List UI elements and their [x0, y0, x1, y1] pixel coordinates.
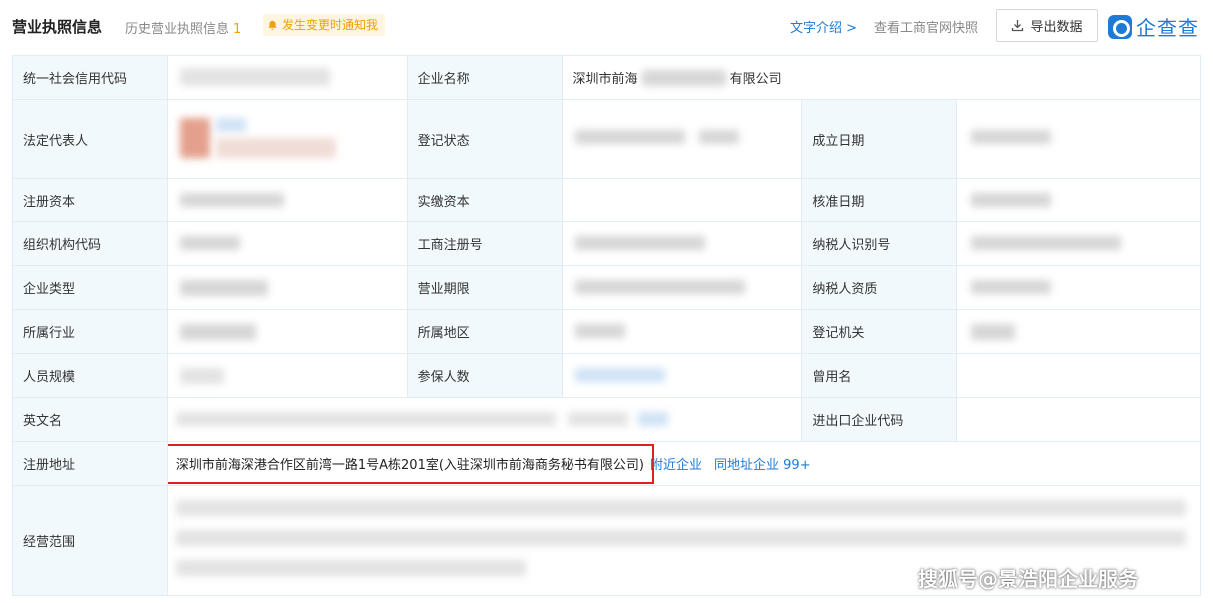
label-industry: 所属行业 — [13, 310, 168, 353]
label-taxpayer-qual: 纳税人资质 — [802, 266, 958, 309]
history-license-link[interactable]: 历史营业执照信息 1 — [125, 18, 241, 37]
label-approval-date: 核准日期 — [802, 179, 958, 221]
label-company-type: 企业类型 — [13, 266, 168, 309]
text-intro-link[interactable]: 文字介绍 > — [790, 17, 857, 36]
value-former-name — [957, 354, 1202, 397]
company-name-suffix: 有限公司 — [729, 72, 782, 87]
label-biz-reg-no: 工商注册号 — [407, 222, 563, 265]
table-row: 人员规模 参保人数 曾用名 — [13, 354, 1202, 398]
section-header: 营业执照信息 历史营业执照信息 1 发生变更时通知我 文字介绍 > 查看工商官网快… — [0, 0, 1213, 52]
bell-icon — [268, 20, 277, 30]
label-reg-authority: 登记机关 — [802, 310, 958, 353]
value-biz-reg-no — [562, 222, 803, 265]
value-org-code — [167, 222, 408, 265]
table-row: 组织机构代码 工商注册号 纳税人识别号 — [13, 222, 1202, 266]
section-title: 营业执照信息 — [12, 18, 103, 36]
value-english-name — [167, 398, 803, 441]
table-row: 所属行业 所属地区 登记机关 — [13, 310, 1202, 354]
value-founded — [957, 100, 1202, 178]
value-credit-code — [167, 56, 408, 99]
table-row: 注册地址 深圳市前海深港合作区前湾一路1号A栋201室(入驻深圳市前海商务秘书有… — [13, 442, 1201, 486]
label-taxpayer-id: 纳税人识别号 — [802, 222, 958, 265]
value-insured — [562, 354, 803, 397]
value-reg-address: 深圳市前海深港合作区前湾一路1号A栋201室(入驻深圳市前海商务秘书有限公司) … — [167, 442, 1201, 485]
label-credit-code: 统一社会信用代码 — [13, 56, 168, 99]
export-data-button[interactable]: 导出数据 — [996, 9, 1098, 42]
label-biz-term: 营业期限 — [407, 266, 563, 309]
label-insured: 参保人数 — [407, 354, 563, 397]
value-import-export — [957, 398, 1201, 441]
qichacha-logo-icon — [1108, 14, 1132, 39]
value-approval-date — [957, 179, 1202, 221]
label-org-code: 组织机构代码 — [13, 222, 168, 265]
history-license-label: 历史营业执照信息 — [125, 22, 230, 37]
label-import-export: 进出口企业代码 — [802, 398, 958, 441]
table-row: 统一社会信用代码 企业名称 深圳市前海 有限公司 — [13, 56, 1201, 100]
label-english-name: 英文名 — [13, 398, 168, 441]
value-biz-term — [562, 266, 803, 309]
table-row: 英文名 进出口企业代码 — [13, 398, 1201, 442]
value-reg-capital — [167, 179, 408, 221]
value-paid-capital — [562, 179, 803, 221]
reg-address-highlight: 深圳市前海深港合作区前湾一路1号A栋201室(入驻深圳市前海商务秘书有限公司) — [167, 443, 654, 484]
value-reg-status — [562, 100, 803, 178]
notify-label: 发生变更时通知我 — [282, 18, 379, 32]
value-taxpayer-qual — [957, 266, 1202, 309]
value-company-name: 深圳市前海 有限公司 — [562, 56, 1201, 99]
reg-address-text: 深圳市前海深港合作区前湾一路1号A栋201室(入驻深圳市前海商务秘书有限公司) — [175, 458, 644, 473]
value-taxpayer-id — [957, 222, 1202, 265]
label-reg-status: 登记状态 — [407, 100, 563, 178]
qichacha-logo-text: 企查查 — [1136, 16, 1199, 40]
label-founded: 成立日期 — [802, 100, 958, 178]
value-industry — [167, 310, 408, 353]
same-address-companies-link[interactable]: 同地址企业 99+ — [714, 454, 811, 473]
label-reg-capital: 注册资本 — [13, 179, 168, 221]
official-snapshot-link[interactable]: 查看工商官网快照 — [874, 17, 978, 36]
value-company-type — [167, 266, 408, 309]
history-license-count: 1 — [233, 22, 242, 37]
value-staff-size — [167, 354, 408, 397]
value-legal-rep — [167, 100, 408, 178]
label-former-name: 曾用名 — [802, 354, 958, 397]
notify-on-change-button[interactable]: 发生变更时通知我 — [263, 14, 386, 36]
download-icon — [1012, 20, 1024, 32]
nearby-companies-link[interactable]: 附近企业 — [650, 454, 702, 473]
table-row: 企业类型 营业期限 纳税人资质 — [13, 266, 1202, 310]
value-reg-authority — [957, 310, 1202, 353]
label-staff-size: 人员规模 — [13, 354, 168, 397]
label-company-name: 企业名称 — [407, 56, 563, 99]
table-row: 注册资本 实缴资本 核准日期 — [13, 179, 1202, 222]
label-reg-address: 注册地址 — [13, 442, 168, 485]
label-paid-capital: 实缴资本 — [407, 179, 563, 221]
qichacha-logo: 企查查 — [1108, 12, 1199, 41]
label-biz-scope: 经营范围 — [13, 486, 168, 595]
business-license-table: 统一社会信用代码 企业名称 深圳市前海 有限公司 法定代表人 登记状态 成立日期 — [12, 55, 1202, 596]
label-legal-rep: 法定代表人 — [13, 100, 168, 178]
label-region: 所属地区 — [407, 310, 563, 353]
table-row: 法定代表人 登记状态 成立日期 — [13, 100, 1202, 179]
company-name-prefix: 深圳市前海 — [572, 72, 638, 87]
value-region — [562, 310, 803, 353]
sohu-watermark: 搜狐号@景浩阳企业服务 — [918, 567, 1138, 591]
export-data-label: 导出数据 — [1030, 20, 1083, 35]
